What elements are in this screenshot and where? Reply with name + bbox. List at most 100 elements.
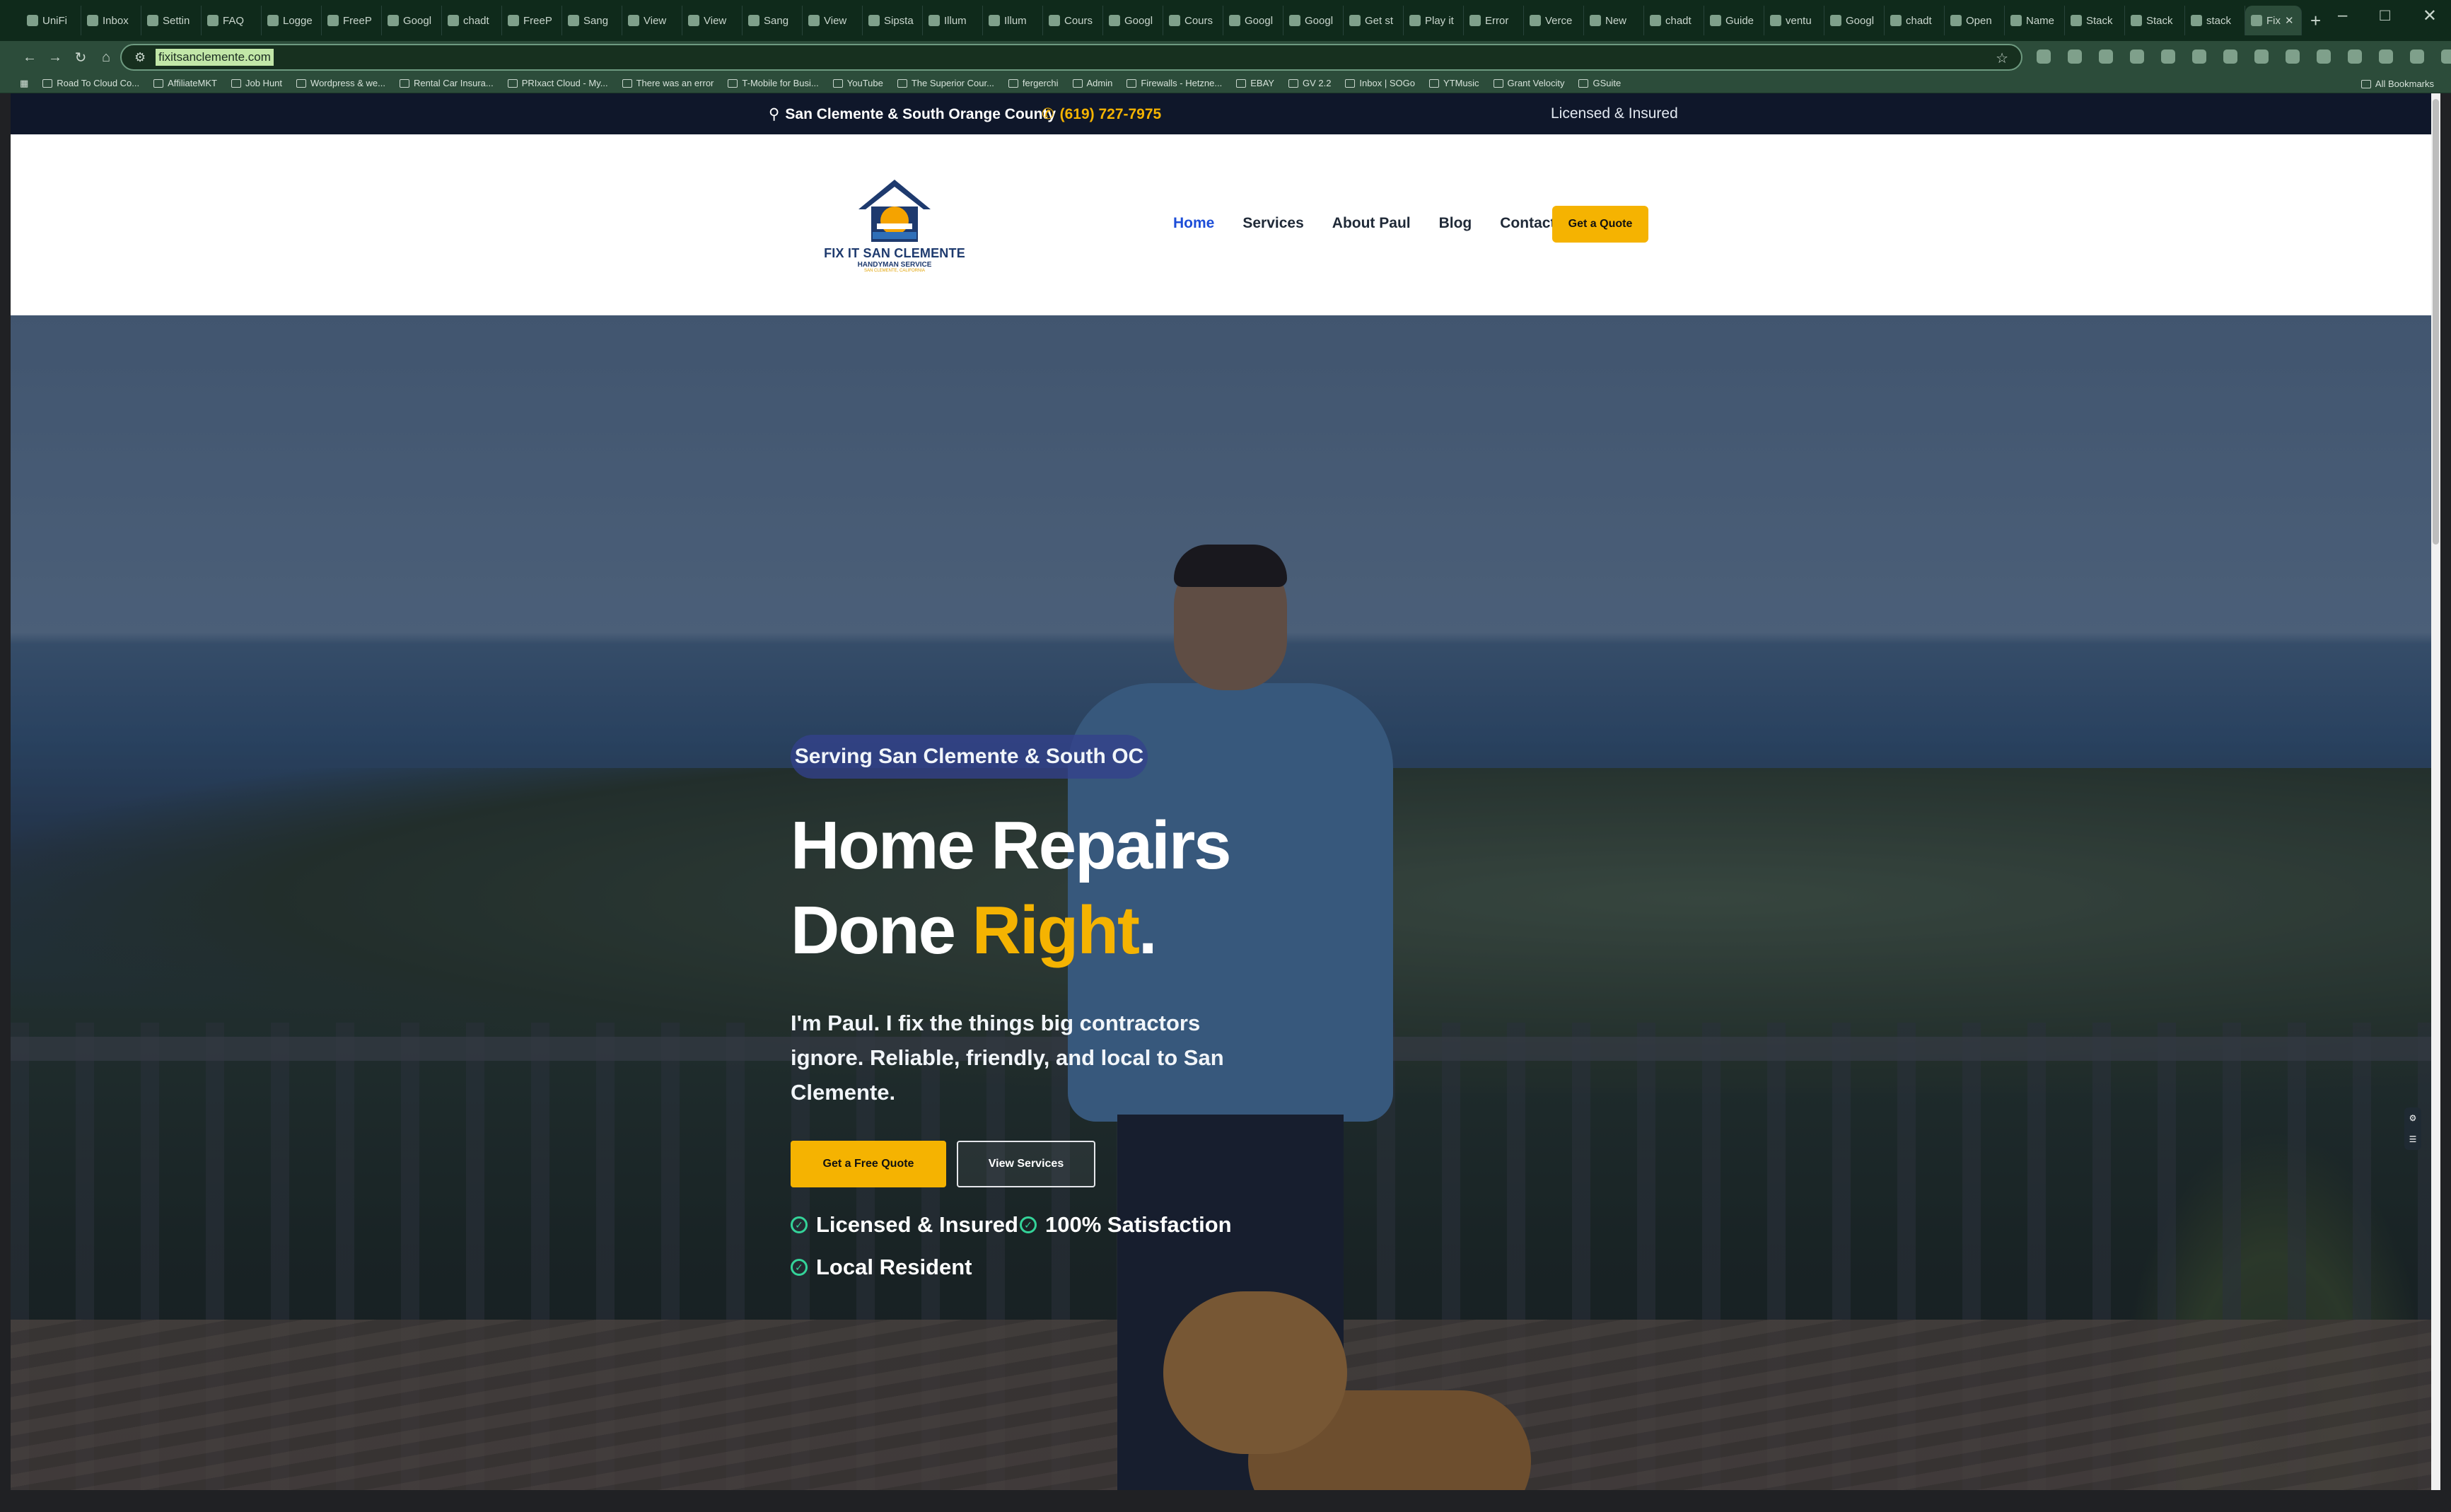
browser-tab[interactable]: Googl [1103, 6, 1163, 35]
browser-tab[interactable]: New [1584, 6, 1644, 35]
browser-tab[interactable]: View [682, 6, 743, 35]
bookmark-item[interactable]: Rental Car Insura... [400, 78, 494, 88]
nav-services[interactable]: Services [1242, 215, 1303, 232]
extension-icon[interactable] [2130, 50, 2144, 64]
kebab-menu-icon[interactable] [2441, 50, 2451, 64]
browser-tab[interactable]: Error [1464, 6, 1524, 35]
bookmark-item[interactable]: Inbox | SOGo [1345, 78, 1415, 88]
get-free-quote-button[interactable]: Get a Free Quote [791, 1141, 946, 1187]
nav-contact[interactable]: Contact [1500, 215, 1555, 232]
browser-tab[interactable]: Inbox [81, 6, 141, 35]
bookmark-item[interactable]: T-Mobile for Busi... [728, 78, 819, 88]
site-info-icon[interactable]: ⚙ [134, 50, 146, 65]
bookmark-item[interactable]: Job Hunt [231, 78, 282, 88]
address-bar[interactable]: ⚙ fixitsanclemente.com ☆ [120, 44, 2022, 71]
nav-home[interactable]: Home [1173, 215, 1214, 232]
floating-tools-widget[interactable]: ⚙ ☰ [2404, 1107, 2421, 1150]
bookmark-icon[interactable] [2286, 50, 2300, 64]
browser-tab[interactable]: Googl [1283, 6, 1344, 35]
location-icon[interactable] [2254, 50, 2269, 64]
browser-tab[interactable]: FreeP [322, 6, 382, 35]
sidebar-icon[interactable] [2317, 50, 2331, 64]
bookmark-item[interactable]: fergerchi [1008, 78, 1059, 88]
chrome-menu-icon[interactable] [2379, 50, 2393, 64]
browser-tab[interactable]: Logge [262, 6, 322, 35]
browser-tab[interactable]: Get st [1344, 6, 1404, 35]
bookmark-item[interactable]: GV 2.2 [1288, 78, 1331, 88]
extension-icon[interactable] [2068, 50, 2082, 64]
bookmark-item[interactable]: AffiliateMKT [153, 78, 217, 88]
site-logo[interactable]: FIX IT SAN CLEMENTE HANDYMAN SERVICE SAN… [824, 177, 965, 276]
download-icon[interactable] [2348, 50, 2362, 64]
scrollbar-thumb[interactable] [2433, 99, 2439, 545]
url-text[interactable]: fixitsanclemente.com [156, 49, 274, 66]
tab-close-icon[interactable]: ✕ [2285, 14, 2294, 27]
browser-tab[interactable]: UniFi [21, 6, 81, 35]
browser-tab[interactable]: chadt [1644, 6, 1704, 35]
nav-blog[interactable]: Blog [1439, 215, 1472, 232]
browser-tab[interactable]: Illum [923, 6, 983, 35]
bookmark-item[interactable]: Road To Cloud Co... [42, 78, 139, 88]
browser-tab[interactable]: chadt [1885, 6, 1945, 35]
browser-tab[interactable]: Guide [1704, 6, 1764, 35]
bookmark-item[interactable]: Admin [1072, 78, 1112, 88]
bookmark-item[interactable]: YTMusic [1428, 78, 1479, 88]
browser-tab[interactable]: Stack [2065, 6, 2125, 35]
forward-icon[interactable]: → [42, 50, 68, 66]
browser-tab[interactable]: chadt [442, 6, 502, 35]
profile-avatar[interactable] [2410, 50, 2424, 64]
browser-tab[interactable]: Settin [141, 6, 202, 35]
maximize-icon[interactable]: □ [2380, 6, 2390, 26]
extension-icon[interactable] [2161, 50, 2175, 64]
bookmark-item[interactable]: Firewalls - Hetzne... [1126, 78, 1222, 88]
browser-tab[interactable]: ventu [1764, 6, 1824, 35]
browser-tab[interactable]: View [622, 6, 682, 35]
browser-tab[interactable]: Sang [743, 6, 803, 35]
extensions-puzzle-icon[interactable] [2223, 50, 2237, 64]
browser-tab[interactable]: stack [2185, 6, 2245, 35]
view-services-button[interactable]: View Services [957, 1141, 1095, 1187]
browser-tab[interactable]: Sipsta [863, 6, 923, 35]
bookmark-item[interactable]: YouTube [832, 78, 883, 88]
phone-link[interactable]: ✆ (619) 727-7975 [1042, 105, 1161, 123]
bookmark-item[interactable]: The Superior Cour... [897, 78, 994, 88]
bitwarden-extension-icon[interactable] [2037, 50, 2051, 64]
browser-tab[interactable]: Cours [1163, 6, 1223, 35]
bookmark-item[interactable]: Grant Velocity [1493, 78, 1564, 88]
bookmark-star-icon[interactable]: ☆ [1996, 50, 2008, 67]
tab-active[interactable]: Fix ✕ [2245, 6, 2302, 35]
new-tab-button[interactable]: + [2310, 10, 2321, 32]
phone-number[interactable]: (619) 727-7975 [1060, 106, 1162, 123]
browser-tab[interactable]: Googl [1824, 6, 1885, 35]
get-a-quote-button[interactable]: Get a Quote [1552, 206, 1648, 243]
close-icon[interactable]: ✕ [2423, 6, 2437, 26]
bookmark-item[interactable]: EBAY [1236, 78, 1274, 88]
all-bookmarks-folder[interactable]: All Bookmarks [2360, 78, 2434, 89]
extension-icon[interactable] [2192, 50, 2206, 64]
browser-tab[interactable]: Stack [2125, 6, 2185, 35]
browser-tab[interactable]: Googl [1223, 6, 1283, 35]
reload-icon[interactable]: ↻ [68, 49, 93, 66]
browser-tab[interactable]: Cours [1043, 6, 1103, 35]
browser-tab[interactable]: Name [2005, 6, 2065, 35]
nav-about-paul[interactable]: About Paul [1332, 215, 1411, 232]
bookmark-item[interactable]: Wordpress & we... [296, 78, 385, 88]
browser-tab[interactable]: Open [1945, 6, 2005, 35]
browser-tab[interactable]: Sang [562, 6, 622, 35]
home-icon[interactable]: ⌂ [93, 50, 119, 66]
apps-icon[interactable]: ▦ [20, 78, 28, 89]
bookmark-item[interactable]: GSuite [1578, 78, 1621, 88]
browser-tab[interactable]: View [803, 6, 863, 35]
minimize-icon[interactable]: – [2338, 6, 2347, 26]
browser-tab[interactable]: Illum [983, 6, 1043, 35]
browser-tab[interactable]: FAQ [202, 6, 262, 35]
browser-tab[interactable]: FreeP [502, 6, 562, 35]
browser-tab[interactable]: Play it [1404, 6, 1464, 35]
back-icon[interactable]: ← [17, 50, 42, 66]
browser-tab[interactable]: Verce [1524, 6, 1584, 35]
bookmark-item[interactable]: PRIxact Cloud - My... [507, 78, 608, 88]
extension-icon[interactable] [2099, 50, 2113, 64]
page-scrollbar[interactable] [2431, 93, 2440, 1490]
bookmark-item[interactable]: There was an error [622, 78, 714, 88]
browser-tab[interactable]: Googl [382, 6, 442, 35]
